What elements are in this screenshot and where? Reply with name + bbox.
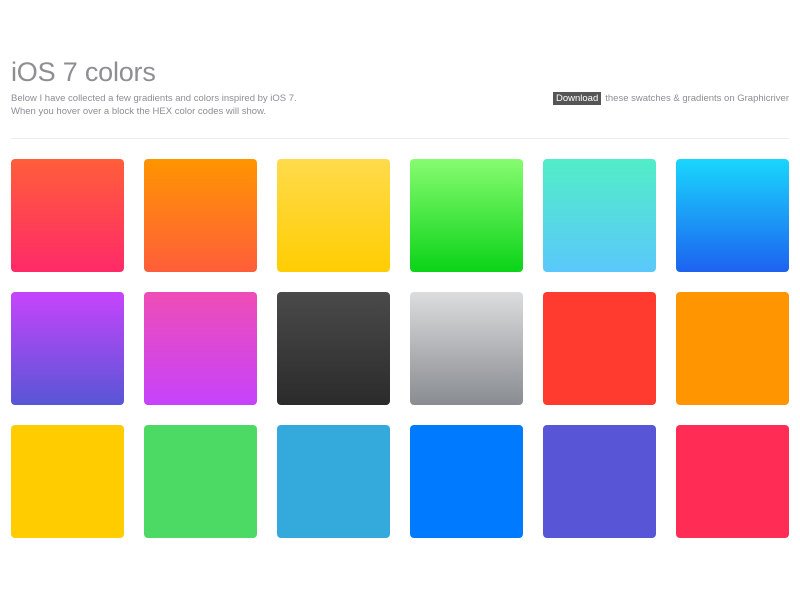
description-line-1: Below I have collected a few gradients a… [11, 93, 297, 104]
download-row: Download these swatches & gradients on Gr… [552, 92, 789, 105]
swatch-green-gradient[interactable] [410, 159, 523, 272]
swatch-red-solid[interactable] [543, 292, 656, 405]
page-title: iOS 7 colors [11, 57, 156, 87]
swatch-green-solid[interactable] [144, 425, 257, 538]
swatch-light-blue-solid[interactable] [277, 425, 390, 538]
swatch-magenta-gradient[interactable] [144, 292, 257, 405]
swatch-pink-solid[interactable] [676, 425, 789, 538]
description-line-2: When you hover over a block the HEX colo… [11, 106, 267, 117]
download-button[interactable]: Download [552, 92, 602, 105]
swatch-violet-gradient[interactable] [11, 292, 124, 405]
swatch-teal-gradient[interactable] [543, 159, 656, 272]
swatch-black-gradient[interactable] [277, 292, 390, 405]
divider [11, 138, 789, 139]
swatch-red-gradient[interactable] [11, 159, 124, 272]
swatch-yellow-solid[interactable] [11, 425, 124, 538]
download-suffix-text: these swatches & gradients on Graphicriv… [605, 93, 789, 104]
swatch-orange-gradient[interactable] [144, 159, 257, 272]
swatch-yellow-gradient[interactable] [277, 159, 390, 272]
swatch-blue-solid[interactable] [410, 425, 523, 538]
swatch-silver-gradient[interactable] [410, 292, 523, 405]
swatch-blue-gradient[interactable] [676, 159, 789, 272]
page: iOS 7 colors Below I have collected a fe… [0, 0, 800, 600]
page-description: Below I have collected a few gradients a… [11, 92, 297, 118]
swatch-purple-solid[interactable] [543, 425, 656, 538]
swatch-orange-solid[interactable] [676, 292, 789, 405]
swatch-grid [11, 159, 789, 538]
